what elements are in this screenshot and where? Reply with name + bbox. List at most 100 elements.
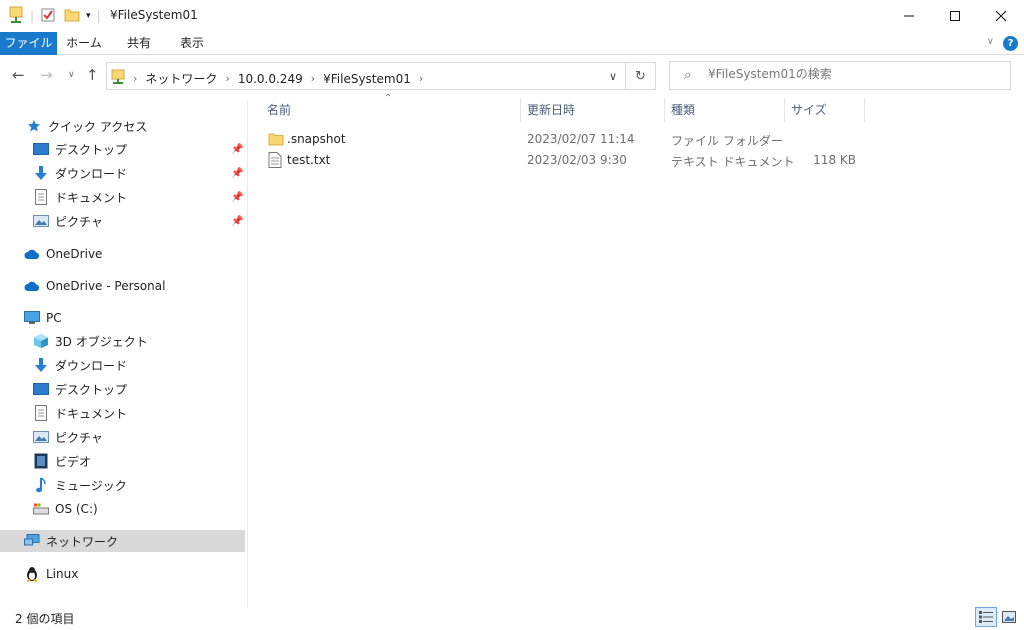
search-input[interactable]	[708, 67, 998, 81]
forward-button[interactable]: →	[40, 66, 53, 84]
sidebar-label: OneDrive	[46, 247, 103, 261]
pin-icon[interactable]: 📌	[231, 144, 243, 155]
sidebar-item-linux[interactable]: Linux	[24, 563, 78, 585]
breadcrumb-network[interactable]: ネットワーク	[145, 70, 217, 87]
status-item-count: 2 個の項目	[15, 612, 75, 626]
file-date: 2023/02/07 11:14	[527, 132, 635, 146]
divider: |	[96, 9, 101, 23]
tab-share[interactable]: 共有	[113, 32, 165, 55]
maximize-button[interactable]	[932, 0, 978, 32]
breadcrumb-ip[interactable]: 10.0.0.249	[238, 72, 303, 86]
ribbon-tabs: ファイル ホーム 共有 表示 ∨ ?	[0, 32, 1024, 55]
sidebar-item-pictures-pc[interactable]: ピクチャ	[33, 426, 103, 448]
sidebar-label: OS (C:)	[55, 502, 98, 516]
sidebar-item-os-drive[interactable]: OS (C:)	[33, 498, 98, 520]
pictures-icon	[33, 429, 49, 445]
chevron-right-icon: ›	[133, 72, 138, 85]
sidebar-item-3d-objects[interactable]: 3D オブジェクト	[33, 330, 148, 352]
sidebar-label: ドキュメント	[55, 190, 128, 205]
sidebar-item-documents-pc[interactable]: ドキュメント	[33, 402, 127, 424]
quick-access-toolbar: | ▾ |	[8, 6, 101, 26]
document-icon	[33, 189, 49, 205]
sidebar-item-videos[interactable]: ビデオ	[33, 450, 91, 472]
sidebar-item-quick-access[interactable]: クイック アクセス	[26, 115, 147, 137]
tab-view[interactable]: 表示	[166, 32, 218, 55]
sidebar-item-desktop-pc[interactable]: デスクトップ	[33, 378, 127, 400]
minimize-button[interactable]	[886, 0, 932, 32]
sidebar-label: ビデオ	[55, 454, 92, 469]
recent-locations-icon[interactable]: ∨	[68, 70, 75, 80]
sidebar-label: ピクチャ	[55, 214, 103, 229]
new-folder-icon[interactable]	[64, 7, 80, 26]
sidebar-label: ミュージック	[55, 478, 127, 493]
text-file-icon	[268, 152, 284, 168]
file-size: 118 KB	[813, 153, 856, 167]
computer-icon	[24, 310, 40, 326]
sidebar-item-downloads-pc[interactable]: ダウンロード	[33, 354, 127, 376]
column-divider[interactable]	[864, 98, 865, 122]
back-button[interactable]: ←	[12, 66, 25, 84]
tab-file[interactable]: ファイル	[0, 32, 57, 55]
sidebar-item-onedrive-personal[interactable]: OneDrive - Personal	[24, 275, 165, 297]
download-icon	[33, 165, 49, 181]
address-dropdown-icon[interactable]: ∨	[600, 62, 626, 90]
pin-icon[interactable]: 📌	[231, 216, 243, 227]
tab-home[interactable]: ホーム	[58, 32, 110, 55]
file-row[interactable]: test.txt 2023/02/03 9:30 テキスト ドキュメント 118…	[262, 150, 862, 170]
document-icon	[33, 405, 49, 421]
pin-icon[interactable]: 📌	[231, 192, 243, 203]
sidebar-item-downloads[interactable]: ダウンロード	[33, 162, 127, 184]
file-name: .snapshot	[287, 132, 346, 146]
large-icons-view-button[interactable]	[998, 607, 1020, 627]
network-icon	[24, 533, 40, 549]
details-view-button[interactable]	[975, 607, 997, 627]
help-icon[interactable]: ?	[1003, 36, 1018, 51]
close-button[interactable]	[978, 0, 1024, 32]
up-button[interactable]: ↑	[86, 66, 99, 84]
pin-icon[interactable]: 📌	[231, 168, 243, 179]
column-header-size[interactable]: サイズ	[785, 98, 864, 122]
refresh-button[interactable]: ↻	[626, 62, 656, 90]
file-row[interactable]: .snapshot 2023/02/07 11:14 ファイル フォルダー	[262, 129, 862, 149]
music-icon	[33, 477, 49, 493]
properties-icon[interactable]	[40, 7, 56, 26]
sidebar-item-pictures[interactable]: ピクチャ	[33, 210, 103, 232]
sidebar-label: PC	[46, 311, 62, 325]
download-icon	[33, 357, 49, 373]
sidebar-label: デスクトップ	[55, 382, 128, 397]
sidebar-item-music[interactable]: ミュージック	[33, 474, 127, 496]
sidebar-item-network[interactable]: ネットワーク	[0, 530, 245, 552]
column-header-type[interactable]: 種類	[665, 98, 784, 122]
penguin-icon	[24, 566, 40, 582]
search-icon: ⌕	[684, 68, 692, 83]
column-header-name[interactable]: 名前	[261, 98, 520, 122]
column-header-date[interactable]: 更新日時	[521, 98, 664, 122]
sidebar-label: Linux	[46, 567, 79, 581]
divider: |	[30, 9, 35, 23]
customize-qa-dropdown-icon[interactable]: ▾	[86, 11, 91, 21]
navigation-pane: クイック アクセス デスクトップ 📌 ダウンロード 📌 ドキュメント 📌 ピクチ…	[0, 100, 247, 600]
sidebar-label: ピクチャ	[55, 430, 103, 445]
sidebar-label: 3D オブジェクト	[55, 334, 148, 349]
sidebar-label: デスクトップ	[55, 142, 128, 157]
chevron-right-icon: ›	[418, 72, 424, 85]
search-box[interactable]: ⌕	[669, 61, 1011, 90]
cloud-icon	[24, 246, 40, 262]
chevron-right-icon: ›	[225, 72, 230, 85]
file-date: 2023/02/03 9:30	[527, 153, 627, 167]
sidebar-item-desktop[interactable]: デスクトップ	[33, 138, 127, 160]
network-folder-icon	[8, 6, 24, 27]
sidebar-item-pc[interactable]: PC	[24, 307, 62, 329]
sidebar-label: クイック アクセス	[48, 119, 148, 134]
sidebar-item-onedrive[interactable]: OneDrive	[24, 243, 102, 265]
breadcrumb-share[interactable]: ¥FileSystem01	[323, 72, 411, 86]
pictures-icon	[33, 213, 49, 229]
address-bar[interactable]: › ネットワーク › 10.0.0.249 › ¥FileSystem01 ›	[106, 62, 626, 90]
drive-icon	[33, 501, 49, 517]
sidebar-item-documents[interactable]: ドキュメント	[33, 186, 127, 208]
folder-icon	[268, 131, 284, 147]
pane-divider[interactable]	[247, 100, 248, 608]
video-icon	[33, 453, 49, 469]
file-name: test.txt	[287, 153, 331, 167]
expand-ribbon-icon[interactable]: ∨	[987, 36, 994, 47]
